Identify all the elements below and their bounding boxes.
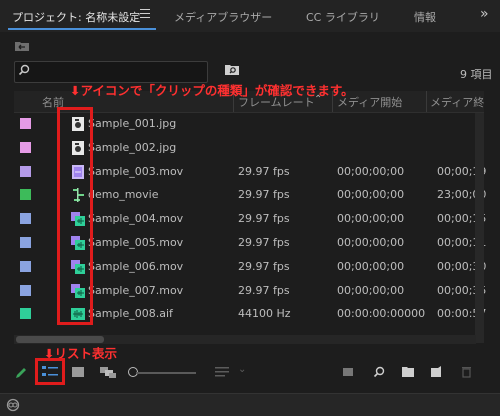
clip-name[interactable]: Sample_004.mov — [88, 212, 183, 225]
vertical-scrollbar[interactable] — [475, 113, 484, 343]
active-tab-indicator — [8, 28, 156, 30]
creative-cloud-icon[interactable] — [6, 398, 20, 412]
tab-cc-libraries[interactable]: CC ライブラリ — [306, 9, 380, 25]
panel-overflow-icon[interactable]: » — [480, 6, 489, 22]
clip-name[interactable]: demo_movie — [88, 188, 158, 201]
new-bin-icon[interactable] — [401, 366, 415, 378]
clip-frame-rate: 44100 Hz — [238, 307, 291, 321]
clip-media-start: 00;00;00;00 — [337, 188, 405, 202]
clip-media-start: 00;00;00;00 — [337, 283, 405, 297]
clip-media-start: 00;00;00;00 — [337, 212, 405, 226]
clip-name[interactable]: Sample_001.jpg — [88, 117, 176, 130]
clip-frame-rate: 29.97 fps — [238, 236, 290, 249]
new-item-icon[interactable] — [430, 365, 442, 378]
automate-to-sequence-icon[interactable] — [342, 366, 354, 378]
label-color-swatch[interactable] — [20, 260, 31, 272]
label-color-swatch[interactable] — [20, 165, 31, 177]
tab-project[interactable]: プロジェクト: 名称未設定 — [12, 9, 140, 25]
sort-icons-icon[interactable] — [214, 366, 230, 378]
clip-frame-rate: 29.97 fps — [238, 188, 290, 202]
clip-name[interactable]: Sample_003.mov — [88, 165, 183, 178]
clip-media-start: 00;00;00;00 — [337, 164, 405, 178]
label-color-swatch[interactable] — [20, 141, 31, 153]
new-search-bin-icon[interactable] — [224, 64, 240, 76]
clip-frame-rate: 29.97 fps — [238, 164, 290, 178]
parent-bin-icon[interactable] — [14, 40, 30, 52]
find-icon[interactable] — [373, 366, 385, 378]
clip-media-start: 00:00:00:00000 — [337, 307, 426, 321]
clip-name[interactable]: Sample_006.mov — [88, 260, 183, 273]
label-color-swatch[interactable] — [20, 118, 31, 129]
search-icon — [18, 64, 30, 76]
item-count: 9 項目 — [460, 68, 493, 81]
panel-tab-bar: プロジェクト: 名称未設定 メディアブラウザー CC ライブラリ 情報 » — [0, 0, 500, 32]
horizontal-scroll-thumb[interactable] — [16, 336, 104, 343]
list-view-highlight — [35, 358, 65, 385]
clip-name[interactable]: Sample_007.mov — [88, 284, 183, 297]
panel-menu-icon[interactable] — [140, 9, 150, 18]
annotation-icon-note: ⬇アイコンで「クリップの種類」が確認できます。 — [70, 83, 354, 98]
freeform-view-icon[interactable] — [99, 365, 117, 379]
clip-frame-rate: 29.97 fps — [238, 212, 290, 226]
trash-icon[interactable] — [461, 365, 472, 378]
clip-name[interactable]: Sample_008.aif — [88, 307, 173, 320]
zoom-slider[interactable] — [136, 372, 196, 374]
column-divider[interactable] — [426, 91, 427, 112]
column-media-end-header[interactable]: メディア終 — [430, 94, 484, 110]
clip-name[interactable]: Sample_005.mov — [88, 236, 183, 249]
clip-name[interactable]: Sample_002.jpg — [88, 141, 176, 154]
clip-frame-rate: 29.97 fps — [238, 283, 290, 297]
clip-frame-rate: 29.97 fps — [238, 259, 290, 273]
icon-column-highlight — [57, 107, 93, 325]
label-color-swatch[interactable] — [20, 189, 31, 201]
label-color-swatch[interactable] — [20, 213, 31, 225]
icon-view-icon[interactable] — [71, 366, 85, 378]
status-bar — [0, 393, 500, 416]
pencil-icon[interactable] — [14, 366, 28, 380]
label-color-swatch[interactable] — [20, 284, 31, 296]
label-color-swatch[interactable] — [20, 237, 31, 248]
chevron-down-icon[interactable]: ⌄ — [238, 364, 246, 375]
clip-media-start: 00;00;00;00 — [337, 236, 405, 249]
label-color-swatch[interactable] — [20, 308, 31, 320]
tab-info[interactable]: 情報 — [414, 9, 436, 25]
clip-media-start: 00;00;00;00 — [337, 259, 405, 273]
tab-media-browser[interactable]: メディアブラウザー — [174, 9, 272, 25]
